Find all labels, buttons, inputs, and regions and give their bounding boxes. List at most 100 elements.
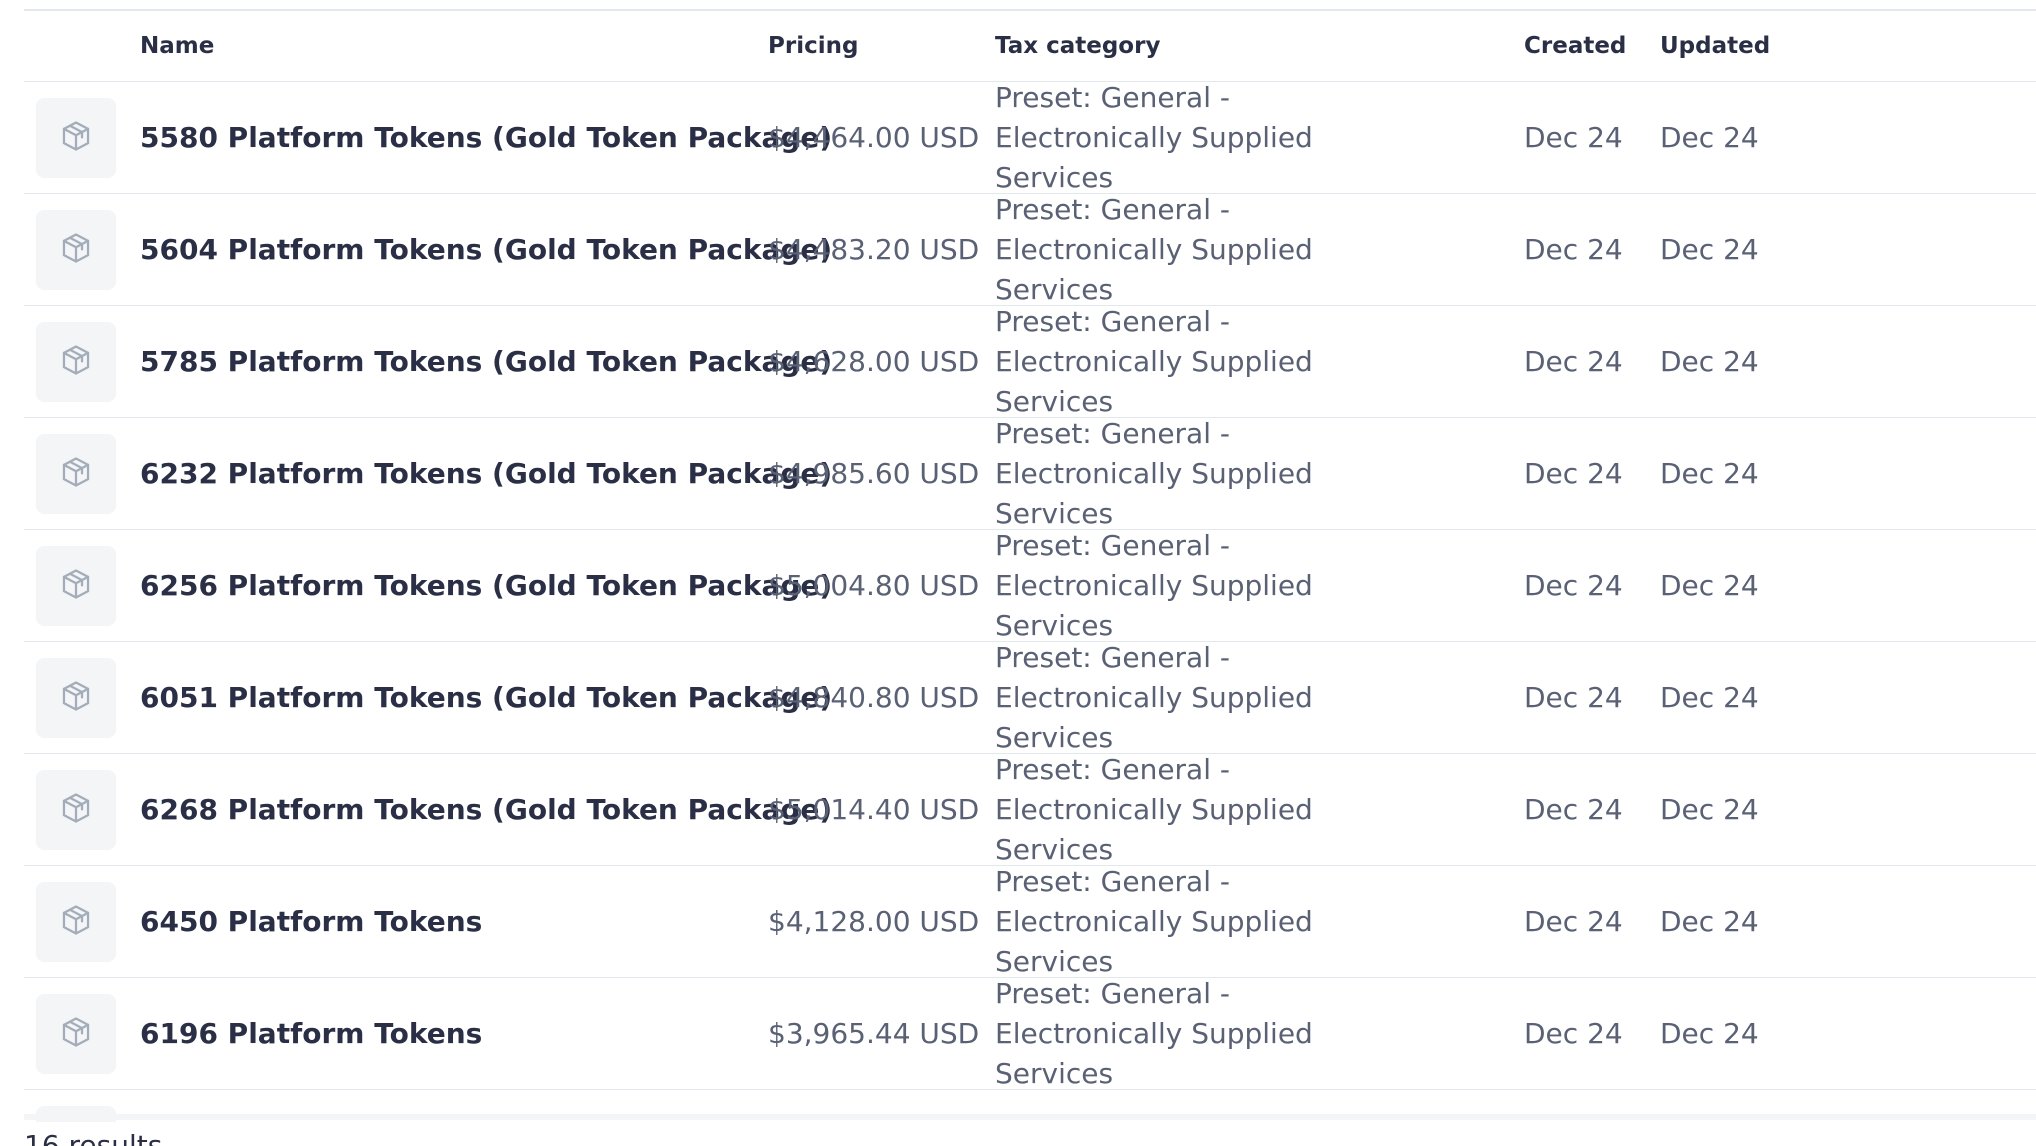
product-pricing: $4,840.80 USD <box>768 681 980 714</box>
header-created[interactable]: Created <box>1524 33 1660 59</box>
table-row[interactable]: 6196 Platform Tokens $3,965.44 USD Prese… <box>24 977 2036 1090</box>
product-pricing: $4,483.20 USD <box>768 233 980 266</box>
product-pricing: $5,004.80 USD <box>768 569 980 602</box>
row-updated-cell: Dec 24 <box>1660 905 1860 938</box>
row-pricing-cell: $4,483.20 USD <box>768 233 995 266</box>
product-tax-category: Preset: General - Electronically Supplie… <box>995 304 1313 418</box>
package-icon <box>59 791 93 829</box>
row-updated-cell: Dec 24 <box>1660 681 1860 714</box>
row-pricing-cell: $4,628.00 USD <box>768 345 995 378</box>
product-updated-date: Dec 24 <box>1660 905 1759 938</box>
product-tax-category: Preset: General - Electronically Supplie… <box>995 80 1313 194</box>
row-updated-cell: Dec 24 <box>1660 457 1860 490</box>
product-name[interactable]: 5785 Platform Tokens (Gold Token Package… <box>140 345 832 378</box>
product-created-date: Dec 24 <box>1524 345 1623 378</box>
row-name-cell: 6051 Platform Tokens (Gold Token Package… <box>140 681 832 714</box>
products-table: Name Pricing Tax category Created Update… <box>24 11 2036 1122</box>
package-icon <box>59 343 93 381</box>
row-created-cell: Dec 24 <box>1524 233 1660 266</box>
bottom-divider <box>24 1114 2036 1120</box>
row-created-cell: Dec 24 <box>1524 121 1660 154</box>
table-row[interactable]: 6051 Platform Tokens (Gold Token Package… <box>24 641 2036 754</box>
row-created-cell: Dec 24 <box>1524 1017 1660 1050</box>
row-thumb-cell <box>24 993 140 1074</box>
product-pricing: $5,014.40 USD <box>768 793 980 826</box>
product-thumbnail <box>36 433 116 514</box>
row-created-cell: Dec 24 <box>1524 793 1660 826</box>
header-updated[interactable]: Updated <box>1660 33 1860 59</box>
table-row[interactable]: 5785 Platform Tokens (Gold Token Package… <box>24 305 2036 418</box>
product-thumbnail <box>36 97 116 178</box>
product-updated-date: Dec 24 <box>1660 681 1759 714</box>
row-name-cell: 5580 Platform Tokens (Gold Token Package… <box>140 121 832 154</box>
row-pricing-cell: $4,128.00 USD <box>768 905 995 938</box>
row-pricing-cell: $5,004.80 USD <box>768 569 995 602</box>
row-thumb-cell <box>24 433 140 514</box>
row-tax-cell: Preset: General - Electronically Supplie… <box>995 750 1524 870</box>
row-tax-cell: Preset: General - Electronically Supplie… <box>995 78 1524 198</box>
table-body: 5580 Platform Tokens (Gold Token Package… <box>24 81 2036 1090</box>
product-created-date: Dec 24 <box>1524 905 1623 938</box>
product-tax-category: Preset: General - Electronically Supplie… <box>995 864 1313 978</box>
table-row[interactable]: 6256 Platform Tokens (Gold Token Package… <box>24 529 2036 642</box>
package-icon <box>59 455 93 493</box>
row-name-cell: 6196 Platform Tokens <box>140 1017 768 1050</box>
product-pricing: $3,965.44 USD <box>768 1017 980 1050</box>
product-name[interactable]: 6256 Platform Tokens (Gold Token Package… <box>140 569 832 602</box>
table-header: Name Pricing Tax category Created Update… <box>24 11 2036 82</box>
product-thumbnail <box>36 881 116 962</box>
product-pricing: $4,628.00 USD <box>768 345 980 378</box>
row-tax-cell: Preset: General - Electronically Supplie… <box>995 414 1524 534</box>
row-tax-cell: Preset: General - Electronically Supplie… <box>995 526 1524 646</box>
product-pricing: $4,128.00 USD <box>768 905 980 938</box>
product-tax-category: Preset: General - Electronically Supplie… <box>995 640 1313 754</box>
product-name[interactable]: 6196 Platform Tokens <box>140 1017 482 1050</box>
product-updated-date: Dec 24 <box>1660 1017 1759 1050</box>
product-name[interactable]: 5580 Platform Tokens (Gold Token Package… <box>140 121 832 154</box>
row-thumb-cell <box>24 545 140 626</box>
row-name-cell: 6268 Platform Tokens (Gold Token Package… <box>140 793 832 826</box>
row-updated-cell: Dec 24 <box>1660 569 1860 602</box>
table-row[interactable]: 6268 Platform Tokens (Gold Token Package… <box>24 753 2036 866</box>
header-tax-category[interactable]: Tax category <box>995 33 1524 59</box>
table-row[interactable]: 5604 Platform Tokens (Gold Token Package… <box>24 193 2036 306</box>
product-pricing: $4,985.60 USD <box>768 457 980 490</box>
row-pricing-cell: $4,464.00 USD <box>768 121 995 154</box>
product-name[interactable]: 5604 Platform Tokens (Gold Token Package… <box>140 233 832 266</box>
row-created-cell: Dec 24 <box>1524 681 1660 714</box>
product-tax-category: Preset: General - Electronically Supplie… <box>995 192 1313 306</box>
row-created-cell: Dec 24 <box>1524 345 1660 378</box>
row-thumb-cell <box>24 881 140 962</box>
product-thumbnail <box>36 769 116 850</box>
row-tax-cell: Preset: General - Electronically Supplie… <box>995 974 1524 1094</box>
table-row[interactable]: 6232 Platform Tokens (Gold Token Package… <box>24 417 2036 530</box>
header-pricing[interactable]: Pricing <box>768 33 995 59</box>
row-name-cell: 5604 Platform Tokens (Gold Token Package… <box>140 233 832 266</box>
row-pricing-cell: $5,014.40 USD <box>768 793 995 826</box>
product-updated-date: Dec 24 <box>1660 345 1759 378</box>
product-created-date: Dec 24 <box>1524 681 1623 714</box>
product-created-date: Dec 24 <box>1524 121 1623 154</box>
product-thumbnail <box>36 657 116 738</box>
product-tax-category: Preset: General - Electronically Supplie… <box>995 752 1313 866</box>
package-icon <box>59 679 93 717</box>
product-name[interactable]: 6450 Platform Tokens <box>140 905 482 938</box>
table-row[interactable]: 6450 Platform Tokens $4,128.00 USD Prese… <box>24 865 2036 978</box>
product-created-date: Dec 24 <box>1524 1017 1623 1050</box>
product-name[interactable]: 6268 Platform Tokens (Gold Token Package… <box>140 793 832 826</box>
product-name[interactable]: 6232 Platform Tokens (Gold Token Package… <box>140 457 832 490</box>
table-row[interactable]: 5580 Platform Tokens (Gold Token Package… <box>24 81 2036 194</box>
product-thumbnail <box>36 545 116 626</box>
product-created-date: Dec 24 <box>1524 793 1623 826</box>
row-created-cell: Dec 24 <box>1524 905 1660 938</box>
package-icon <box>59 1015 93 1053</box>
product-name[interactable]: 6051 Platform Tokens (Gold Token Package… <box>140 681 832 714</box>
row-name-cell: 5785 Platform Tokens (Gold Token Package… <box>140 345 832 378</box>
header-name[interactable]: Name <box>140 33 768 59</box>
product-created-date: Dec 24 <box>1524 569 1623 602</box>
product-updated-date: Dec 24 <box>1660 457 1759 490</box>
row-thumb-cell <box>24 97 140 178</box>
row-name-cell: 6232 Platform Tokens (Gold Token Package… <box>140 457 832 490</box>
product-thumbnail <box>36 321 116 402</box>
package-icon <box>59 567 93 605</box>
